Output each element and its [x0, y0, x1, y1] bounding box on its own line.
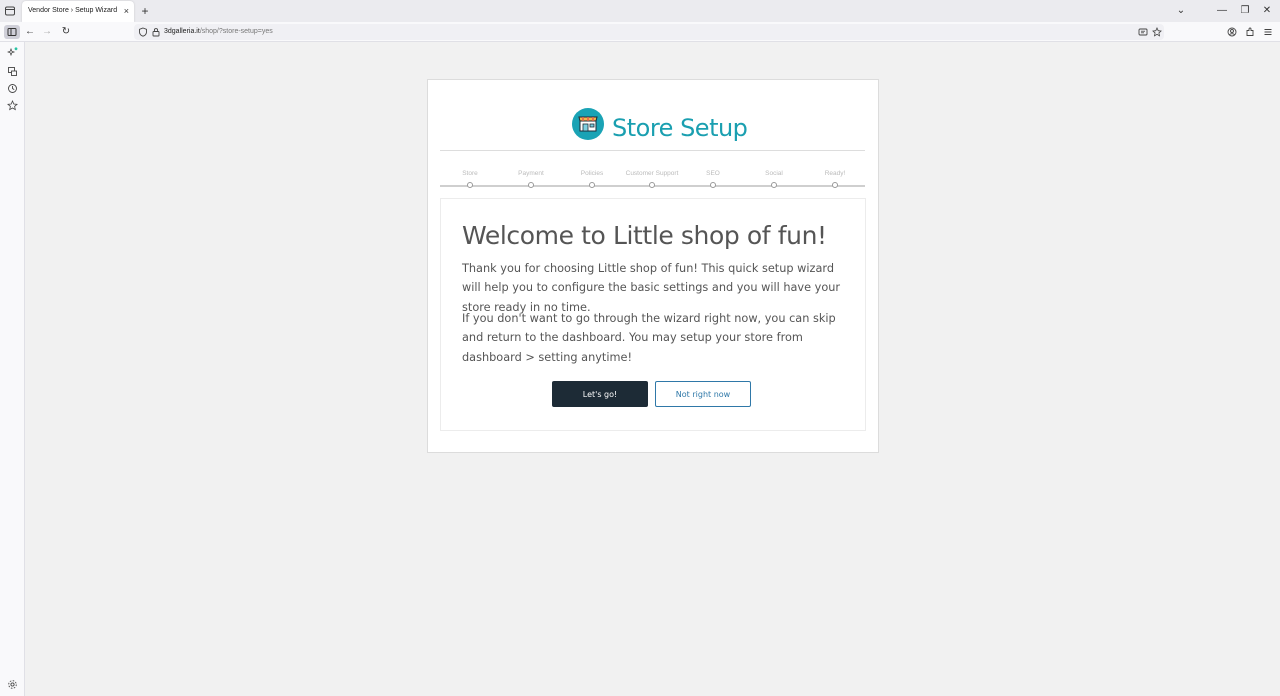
welcome-panel: Welcome to Little shop of fun! Thank you… — [440, 198, 866, 431]
step-dot — [710, 182, 716, 188]
storefront-icon — [578, 116, 598, 132]
tab-overflow-icon[interactable]: ⌄ — [1174, 3, 1188, 19]
step-dot — [589, 182, 595, 188]
url-host: 3dgalleria.it — [164, 28, 200, 35]
synced-tabs-icon[interactable] — [7, 66, 18, 77]
welcome-heading: Welcome to Little shop of fun! — [462, 221, 827, 250]
history-icon[interactable] — [7, 83, 18, 94]
address-bar[interactable]: 3dgalleria.it/shop/?store-setup=yes — [134, 24, 1164, 40]
reload-button[interactable]: ↻ — [59, 25, 73, 39]
tab-close-icon[interactable]: × — [124, 5, 129, 17]
sidebar-toggle-button[interactable] — [4, 25, 20, 39]
tab-bar: Vendor Store › Setup Wizard × + ⌄ — ❐ ✕ — [0, 0, 1280, 22]
lock-icon[interactable] — [151, 27, 161, 37]
account-icon[interactable] — [1227, 27, 1237, 37]
setup-steps: Store Payment Policies Customer Support … — [440, 170, 865, 190]
reader-view-icon[interactable] — [1138, 27, 1148, 37]
step-dot — [649, 182, 655, 188]
browser-sidebar — [0, 42, 25, 696]
active-tab[interactable]: Vendor Store › Setup Wizard × — [22, 1, 134, 22]
tab-list-icon[interactable] — [4, 5, 16, 17]
restore-button[interactable]: ❐ — [1238, 3, 1252, 19]
lets-go-button[interactable]: Let's go! — [552, 381, 648, 407]
url-text: 3dgalleria.it/shop/?store-setup=yes — [164, 28, 273, 35]
new-tab-button[interactable]: + — [139, 3, 151, 19]
back-button[interactable]: ← — [23, 25, 37, 39]
setup-header: Store Setup — [428, 108, 878, 148]
setup-wizard-card: Store Setup Store Payment Policies Custo… — [427, 79, 879, 453]
close-window-button[interactable]: ✕ — [1260, 3, 1274, 19]
page-viewport: Store Setup Store Payment Policies Custo… — [25, 42, 1280, 696]
store-logo-icon — [572, 108, 604, 140]
step-dot — [771, 182, 777, 188]
settings-gear-icon[interactable] — [7, 679, 18, 690]
skip-info-paragraph: If you don't want to go through the wiza… — [462, 312, 836, 364]
page-title: Store Setup — [612, 114, 748, 142]
minimize-button[interactable]: — — [1215, 3, 1229, 19]
navigation-bar: ← → ↻ 3dgalleria.it/shop/?store-setup=ye… — [0, 22, 1280, 42]
shield-icon[interactable] — [138, 27, 148, 37]
menu-icon[interactable] — [1263, 27, 1273, 37]
step-dot — [832, 182, 838, 188]
extensions-icon[interactable] — [1245, 27, 1255, 37]
sidebar-icon — [7, 28, 17, 36]
url-path: /shop/?store-setup=yes — [199, 28, 273, 35]
tab-title: Vendor Store › Setup Wizard — [28, 7, 118, 14]
step-label: Ready! — [824, 170, 846, 177]
ai-chatbot-icon[interactable] — [7, 47, 18, 58]
header-divider — [440, 150, 865, 151]
forward-button[interactable]: → — [40, 25, 54, 39]
step-dot — [528, 182, 534, 188]
not-right-now-button[interactable]: Not right now — [655, 381, 751, 407]
step-ready: Ready! — [795, 170, 875, 188]
bookmarks-icon[interactable] — [7, 100, 18, 111]
bookmark-star-icon[interactable] — [1152, 27, 1162, 37]
step-dot — [467, 182, 473, 188]
